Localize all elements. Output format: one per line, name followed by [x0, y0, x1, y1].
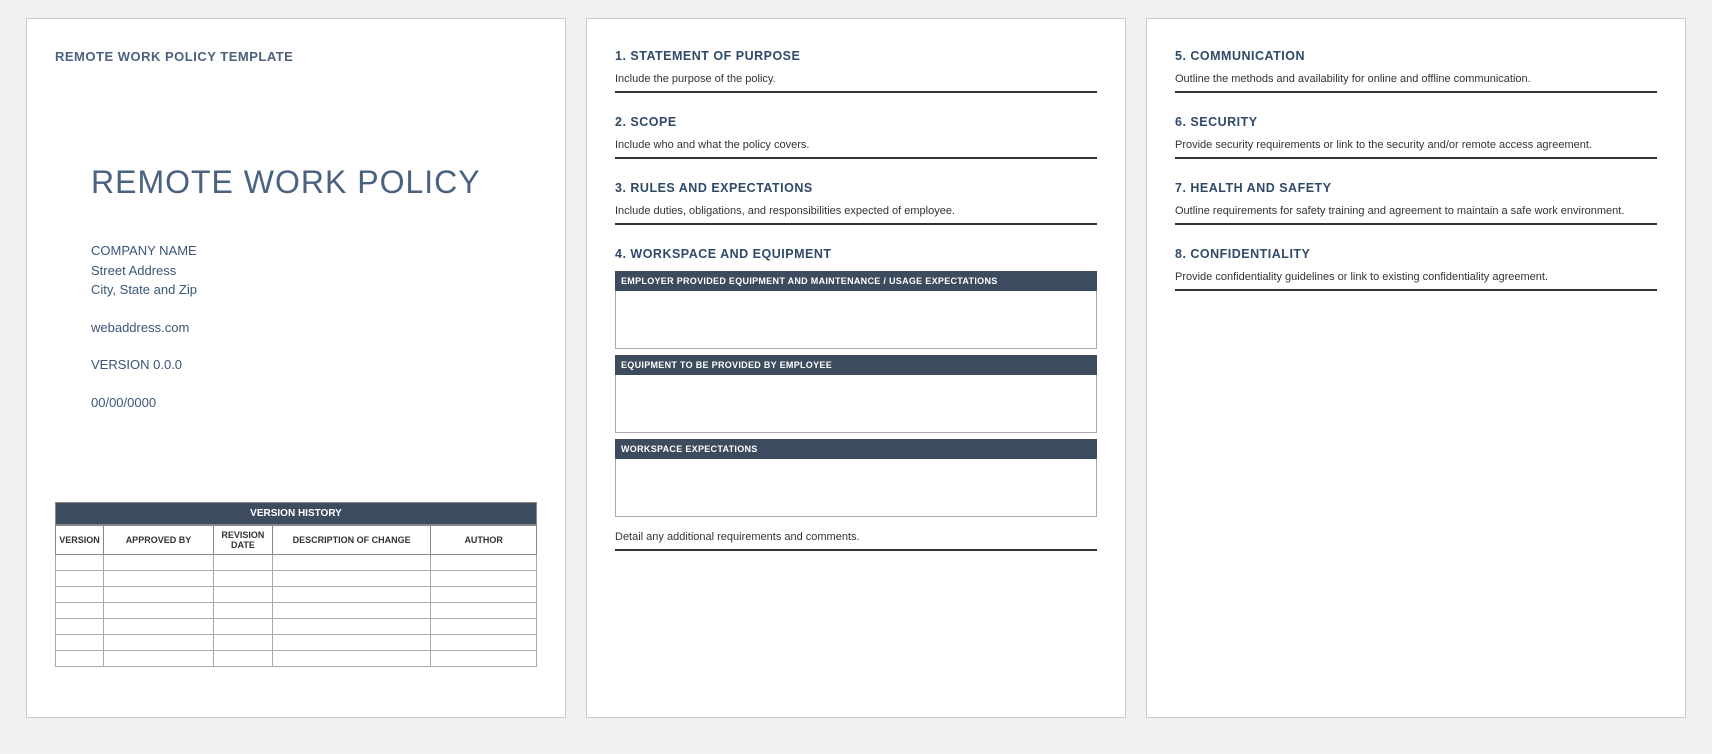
document-page-1: REMOTE WORK POLICY TEMPLATE REMOTE WORK …: [26, 18, 566, 718]
template-header: REMOTE WORK POLICY TEMPLATE: [55, 49, 537, 64]
equipment-box-body: [615, 291, 1097, 349]
version-history-grid: VERSION APPROVED BY REVISION DATE DESCRI…: [55, 525, 537, 667]
equipment-box-body: [615, 375, 1097, 433]
rule-line: [1175, 157, 1657, 159]
section-workspace: 4. WORKSPACE AND EQUIPMENT EMPLOYER PROV…: [615, 247, 1097, 551]
section-text: Provide confidentiality guidelines or li…: [1175, 271, 1657, 283]
date-label: 00/00/0000: [91, 393, 537, 413]
section-heading: 6. SECURITY: [1175, 115, 1657, 129]
version-history-table: VERSION HISTORY VERSION APPROVED BY REVI…: [55, 502, 537, 667]
equipment-box-header: EQUIPMENT TO BE PROVIDED BY EMPLOYEE: [615, 355, 1097, 375]
section-text: Provide security requirements or link to…: [1175, 139, 1657, 151]
section-text: Detail any additional requirements and c…: [615, 531, 1097, 543]
section-text: Include duties, obligations, and respons…: [615, 205, 1097, 217]
section-rules: 3. RULES AND EXPECTATIONS Include duties…: [615, 181, 1097, 225]
col-version: VERSION: [56, 526, 104, 555]
table-row: [56, 571, 537, 587]
city-state-zip: City, State and Zip: [91, 280, 537, 300]
table-row: [56, 587, 537, 603]
section-heading: 1. STATEMENT OF PURPOSE: [615, 49, 1097, 63]
table-row: [56, 635, 537, 651]
section-text: Include who and what the policy covers.: [615, 139, 1097, 151]
table-row: [56, 651, 537, 667]
version-label: VERSION 0.0.0: [91, 355, 537, 375]
section-text: Include the purpose of the policy.: [615, 73, 1097, 85]
section-text: Outline requirements for safety training…: [1175, 205, 1657, 217]
section-heading: 3. RULES AND EXPECTATIONS: [615, 181, 1097, 195]
document-page-2: 1. STATEMENT OF PURPOSE Include the purp…: [586, 18, 1126, 718]
equipment-box-header: EMPLOYER PROVIDED EQUIPMENT AND MAINTENA…: [615, 271, 1097, 291]
rule-line: [615, 223, 1097, 225]
company-info-block: COMPANY NAME Street Address City, State …: [91, 241, 537, 412]
col-author: AUTHOR: [431, 526, 537, 555]
section-security: 6. SECURITY Provide security requirement…: [1175, 115, 1657, 159]
company-name: COMPANY NAME: [91, 241, 537, 261]
rule-line: [1175, 289, 1657, 291]
section-text: Outline the methods and availability for…: [1175, 73, 1657, 85]
section-communication: 5. COMMUNICATION Outline the methods and…: [1175, 49, 1657, 93]
version-history-title: VERSION HISTORY: [55, 502, 537, 525]
document-page-3: 5. COMMUNICATION Outline the methods and…: [1146, 18, 1686, 718]
section-health-safety: 7. HEALTH AND SAFETY Outline requirement…: [1175, 181, 1657, 225]
section-heading: 8. CONFIDENTIALITY: [1175, 247, 1657, 261]
section-scope: 2. SCOPE Include who and what the policy…: [615, 115, 1097, 159]
document-title: REMOTE WORK POLICY: [91, 164, 537, 201]
equipment-box-header: WORKSPACE EXPECTATIONS: [615, 439, 1097, 459]
section-confidentiality: 8. CONFIDENTIALITY Provide confidentiali…: [1175, 247, 1657, 291]
section-heading: 7. HEALTH AND SAFETY: [1175, 181, 1657, 195]
col-desc: DESCRIPTION OF CHANGE: [272, 526, 430, 555]
section-heading: 2. SCOPE: [615, 115, 1097, 129]
table-row: [56, 555, 537, 571]
equipment-box-body: [615, 459, 1097, 517]
col-revdate: REVISION DATE: [213, 526, 272, 555]
rule-line: [615, 157, 1097, 159]
rule-line: [1175, 223, 1657, 225]
table-row: [56, 619, 537, 635]
section-purpose: 1. STATEMENT OF PURPOSE Include the purp…: [615, 49, 1097, 93]
section-heading: 4. WORKSPACE AND EQUIPMENT: [615, 247, 1097, 261]
rule-line: [1175, 91, 1657, 93]
table-row: [56, 603, 537, 619]
rule-line: [615, 549, 1097, 551]
col-approved: APPROVED BY: [104, 526, 214, 555]
rule-line: [615, 91, 1097, 93]
web-address: webaddress.com: [91, 318, 537, 338]
section-heading: 5. COMMUNICATION: [1175, 49, 1657, 63]
street-address: Street Address: [91, 261, 537, 281]
